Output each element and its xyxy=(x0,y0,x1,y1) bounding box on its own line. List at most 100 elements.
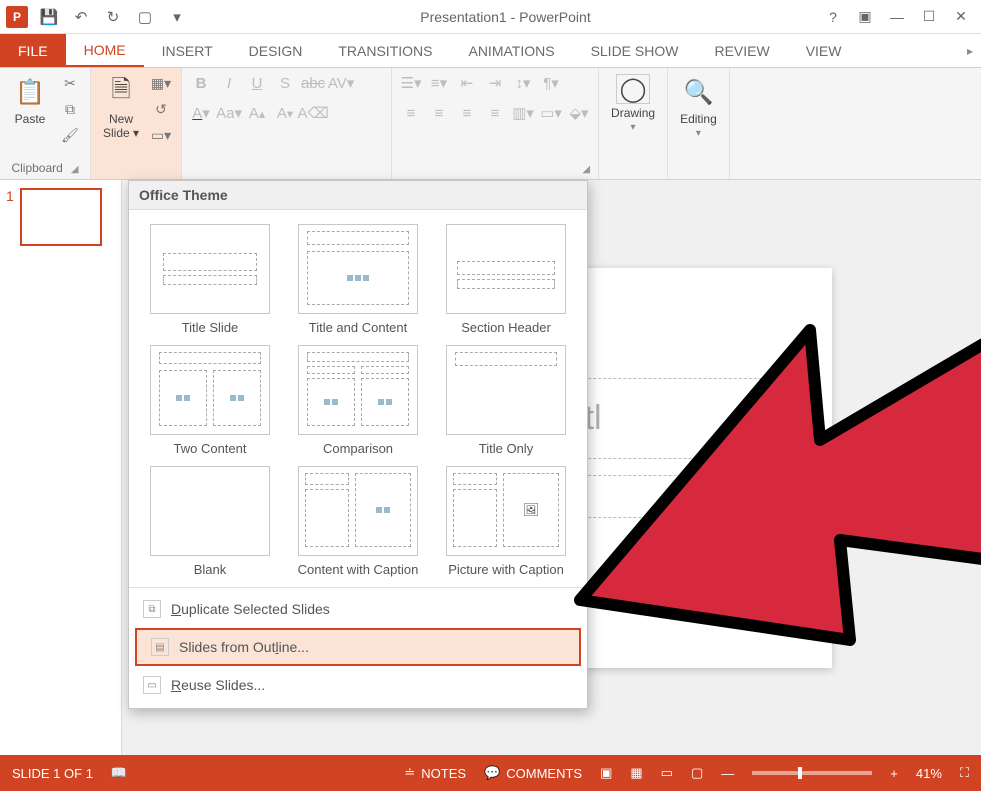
duplicate-icon: ⧉ xyxy=(143,600,161,618)
slide-thumbnail-preview xyxy=(20,188,102,246)
chevron-down-icon: ▾ xyxy=(631,122,636,133)
fit-to-window-icon[interactable]: ⛶ xyxy=(960,765,969,781)
window-title: Presentation1 - PowerPoint xyxy=(188,9,823,25)
paste-label: Paste xyxy=(15,112,46,126)
slide-thumbnail[interactable]: 1 xyxy=(6,188,115,246)
line-spacing-button[interactable]: ↕▾ xyxy=(512,72,534,94)
change-case-button[interactable]: Aa▾ xyxy=(218,102,240,124)
layout-title-slide[interactable]: Title Slide xyxy=(143,224,277,335)
align-text-button[interactable]: ▭▾ xyxy=(540,102,562,124)
maximize-icon[interactable]: ☐ xyxy=(919,7,939,27)
minimize-icon[interactable]: — xyxy=(887,7,907,27)
spelling-icon[interactable]: 📖 xyxy=(111,765,127,781)
tab-file[interactable]: FILE xyxy=(0,34,66,67)
tab-review[interactable]: REVIEW xyxy=(696,34,787,67)
paste-button[interactable]: 📋 Paste xyxy=(8,72,52,128)
slide-number: 1 xyxy=(6,188,14,246)
reset-icon[interactable]: ↺ xyxy=(149,98,173,120)
text-direction-button[interactable]: ¶▾ xyxy=(540,72,562,94)
comments-icon: 💬 xyxy=(484,765,500,781)
slideshow-view-icon[interactable]: ▢ xyxy=(691,765,703,781)
smartart-button[interactable]: ⬙▾ xyxy=(568,102,590,124)
notes-label: NOTES xyxy=(421,766,466,781)
align-right-button[interactable]: ≡ xyxy=(456,102,478,124)
tab-animations[interactable]: ANIMATIONS xyxy=(450,34,572,67)
numbering-button[interactable]: ≡▾ xyxy=(428,72,450,94)
tab-view[interactable]: VIEW xyxy=(788,34,860,67)
font-color-button[interactable]: A▾ xyxy=(190,102,212,124)
layout-content-with-caption[interactable]: Content with Caption xyxy=(291,466,425,577)
justify-button[interactable]: ≡ xyxy=(484,102,506,124)
drawing-label: Drawing xyxy=(611,106,655,120)
normal-view-icon[interactable]: ▣ xyxy=(600,765,612,781)
duplicate-selected-slides[interactable]: ⧉ Duplicate Selected Slides xyxy=(129,592,587,626)
clear-formatting-button[interactable]: A⌫ xyxy=(302,102,324,124)
clipboard-icon: 📋 xyxy=(12,74,48,110)
layout-section-header[interactable]: Section Header xyxy=(439,224,573,335)
align-left-button[interactable]: ≡ xyxy=(400,102,422,124)
decrease-indent-button[interactable]: ⇤ xyxy=(456,72,478,94)
save-icon[interactable]: 💾 xyxy=(38,6,60,28)
chevron-down-icon: ▾ xyxy=(696,128,701,139)
zoom-slider[interactable] xyxy=(752,771,872,775)
zoom-out-button[interactable]: — xyxy=(721,766,734,781)
layout-two-content[interactable]: Two Content xyxy=(143,345,277,456)
new-slide-button[interactable]: 🗎 New Slide ▾ xyxy=(99,72,143,142)
tab-home[interactable]: HOME xyxy=(66,34,144,67)
close-icon[interactable]: ✕ xyxy=(951,7,971,27)
layout-label: Two Content xyxy=(174,441,247,456)
ribbon-display-icon[interactable]: ▣ xyxy=(855,7,875,27)
editing-button[interactable]: 🔍 Editing ▾ xyxy=(676,72,721,141)
bullets-button[interactable]: ☰▾ xyxy=(400,72,422,94)
new-slide-icon: 🗎 xyxy=(103,74,139,110)
layout-picture-with-caption[interactable]: 🖼 Picture with Caption xyxy=(439,466,573,577)
increase-indent-button[interactable]: ⇥ xyxy=(484,72,506,94)
character-spacing-button[interactable]: AV▾ xyxy=(330,72,352,94)
help-icon[interactable]: ? xyxy=(823,7,843,27)
drawing-button[interactable]: ◯ Drawing ▾ xyxy=(607,72,659,135)
reuse-slides[interactable]: ▭ Reuse Slides... xyxy=(129,668,587,702)
shrink-font-button[interactable]: A▾ xyxy=(274,102,296,124)
zoom-in-button[interactable]: + xyxy=(890,766,898,781)
notes-button[interactable]: ≐NOTES xyxy=(404,765,466,781)
group-font: B I U S abc AV▾ A▾ Aa▾ A▴ A▾ A⌫ xyxy=(182,68,392,179)
qat-customize-icon[interactable]: ▾ xyxy=(166,6,188,28)
tab-design[interactable]: DESIGN xyxy=(231,34,321,67)
paragraph-dialog-launcher-icon[interactable]: ◢ xyxy=(582,164,590,175)
zoom-level[interactable]: 41% xyxy=(916,766,942,781)
redo-icon[interactable]: ↻ xyxy=(102,6,124,28)
cut-icon[interactable]: ✂ xyxy=(58,72,82,94)
align-center-button[interactable]: ≡ xyxy=(428,102,450,124)
layout-blank[interactable]: Blank xyxy=(143,466,277,577)
grow-font-button[interactable]: A▴ xyxy=(246,102,268,124)
tab-slideshow[interactable]: SLIDE SHOW xyxy=(573,34,697,67)
layout-title-and-content[interactable]: Title and Content xyxy=(291,224,425,335)
reading-view-icon[interactable]: ▭ xyxy=(661,765,673,781)
start-from-beginning-icon[interactable]: ▢ xyxy=(134,6,156,28)
copy-icon[interactable]: ⧉ xyxy=(58,98,82,120)
bold-button[interactable]: B xyxy=(190,72,212,94)
tab-insert[interactable]: INSERT xyxy=(144,34,231,67)
tab-transitions[interactable]: TRANSITIONS xyxy=(320,34,450,67)
layout-icon[interactable]: ▦▾ xyxy=(149,72,173,94)
window-controls: ? ▣ — ☐ ✕ xyxy=(823,7,981,27)
slide-sorter-view-icon[interactable]: ▦ xyxy=(630,765,642,781)
layout-comparison[interactable]: Comparison xyxy=(291,345,425,456)
underline-button[interactable]: U xyxy=(246,72,268,94)
format-painter-icon[interactable]: 🖌 xyxy=(58,124,82,146)
strikethrough-button[interactable]: abc xyxy=(302,72,324,94)
clipboard-group-label: Clipboard xyxy=(11,161,62,175)
comments-button[interactable]: 💬COMMENTS xyxy=(484,765,582,781)
clipboard-dialog-launcher-icon[interactable]: ◢ xyxy=(71,164,79,175)
collapse-ribbon-icon[interactable]: ▸ xyxy=(967,34,981,67)
layout-title-only[interactable]: Title Only xyxy=(439,345,573,456)
shadow-button[interactable]: S xyxy=(274,72,296,94)
columns-button[interactable]: ▥▾ xyxy=(512,102,534,124)
app-icon: P xyxy=(6,6,28,28)
undo-icon[interactable]: ↶ xyxy=(70,6,92,28)
layout-label: Content with Caption xyxy=(298,562,419,577)
italic-button[interactable]: I xyxy=(218,72,240,94)
group-editing: 🔍 Editing ▾ xyxy=(668,68,730,179)
section-icon[interactable]: ▭▾ xyxy=(149,124,173,146)
slides-from-outline[interactable]: ▤ Slides from Outline... xyxy=(135,628,581,666)
